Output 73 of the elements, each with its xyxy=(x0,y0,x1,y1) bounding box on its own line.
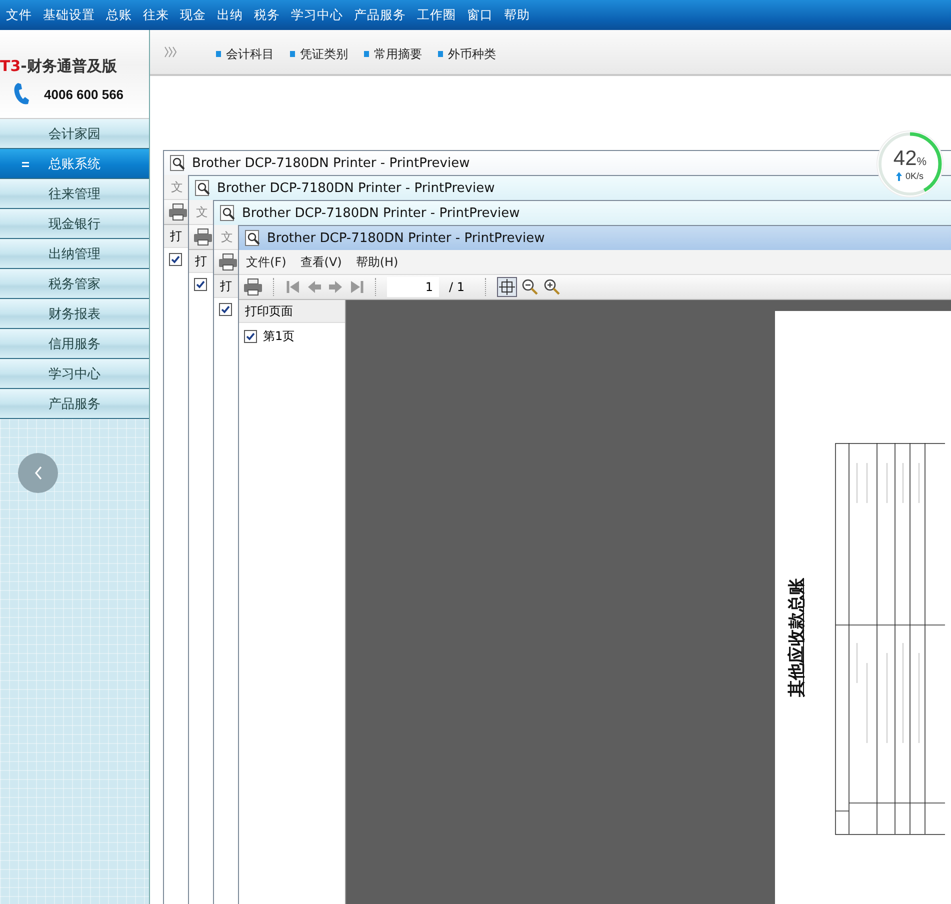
menu-item[interactable]: 工作圈 xyxy=(417,6,456,24)
bullet-icon xyxy=(290,51,295,57)
page-number-field[interactable]: 1 xyxy=(387,277,439,297)
expand-icon[interactable] xyxy=(164,46,178,58)
nav-item[interactable]: 往来管理 xyxy=(0,179,149,209)
upload-speed: 0K/s xyxy=(905,171,924,181)
menu-item[interactable]: 现金 xyxy=(180,6,206,24)
nav-item[interactable]: 出纳管理 xyxy=(0,239,149,269)
phone-icon xyxy=(12,82,32,106)
panel-header: 打印页面 xyxy=(239,300,345,323)
upload-arrow-icon xyxy=(896,172,902,180)
window-title: Brother DCP-7180DN Printer - PrintPreview xyxy=(267,230,545,246)
bullet-icon xyxy=(216,51,221,57)
next-page-icon[interactable] xyxy=(327,279,344,295)
shortcut-link[interactable]: 凭证类别 xyxy=(300,46,348,62)
zoom-out-icon[interactable] xyxy=(520,278,538,296)
checkbox[interactable] xyxy=(244,330,257,343)
printer-icon[interactable] xyxy=(243,278,263,296)
menu-item[interactable]: 帮助 xyxy=(504,6,530,24)
bullet-icon xyxy=(438,51,443,57)
fit-page-icon xyxy=(498,278,516,296)
page-total: / 1 xyxy=(449,280,464,294)
printer-icon[interactable] xyxy=(218,253,238,271)
page-item[interactable]: 第1页 xyxy=(263,328,295,345)
menu-item[interactable]: 文件 xyxy=(6,6,32,24)
window-title: Brother DCP-7180DN Printer - PrintPreview xyxy=(242,206,520,220)
menu-item[interactable]: 基础设置 xyxy=(43,6,95,24)
usage-percent: 42 xyxy=(893,147,917,171)
nav-item[interactable]: 学习中心 xyxy=(0,359,149,389)
nav-item[interactable]: 信用服务 xyxy=(0,329,149,359)
checkbox[interactable] xyxy=(194,278,207,291)
print-preview-icon xyxy=(170,155,186,171)
fit-page-button[interactable] xyxy=(496,277,516,297)
checkbox[interactable] xyxy=(219,303,232,316)
product-name: -财务通普及版 xyxy=(20,57,117,76)
menu-item[interactable]: 产品服务 xyxy=(354,6,406,24)
menu-item[interactable]: 学习中心 xyxy=(291,6,343,24)
chevron-left-icon xyxy=(33,465,43,481)
last-page-icon[interactable] xyxy=(348,279,365,295)
brand-logo: T3 xyxy=(0,57,21,76)
menu-item[interactable]: 查看(V) xyxy=(300,254,342,270)
phone-number: 4006 600 566 xyxy=(44,86,124,102)
report-title: 其他应收款总账 xyxy=(786,578,808,696)
nav-item[interactable]: 税务管家 xyxy=(0,269,149,299)
percent-unit: % xyxy=(916,156,927,168)
shortcut-link[interactable]: 会计科目 xyxy=(226,46,274,62)
menu-item[interactable]: 窗口 xyxy=(467,6,493,24)
menu-item[interactable]: 总账 xyxy=(106,6,132,24)
window-title: Brother DCP-7180DN Printer - PrintPreview xyxy=(192,156,470,170)
shortcut-link[interactable]: 外币种类 xyxy=(448,46,496,62)
menu-item[interactable]: 税务 xyxy=(254,6,280,24)
shortcut-link[interactable]: 常用摘要 xyxy=(374,46,422,62)
nav-item[interactable]: 财务报表 xyxy=(0,299,149,329)
menu-item[interactable]: 出纳 xyxy=(217,6,243,24)
menu-item[interactable]: 往来 xyxy=(143,6,169,24)
selected-marker-icon xyxy=(22,162,29,167)
print-preview-icon xyxy=(195,180,211,196)
nav-item[interactable]: 产品服务 xyxy=(0,389,149,419)
nav-item[interactable]: 会计家园 xyxy=(0,119,149,149)
window-title: Brother DCP-7180DN Printer - PrintPreview xyxy=(217,180,495,196)
menu-item[interactable]: 帮助(H) xyxy=(356,254,398,270)
previous-page-icon[interactable] xyxy=(306,279,323,295)
printer-icon[interactable] xyxy=(193,228,213,246)
print-preview-icon xyxy=(245,230,261,246)
nav-item[interactable]: 现金银行 xyxy=(0,209,149,239)
first-page-icon[interactable] xyxy=(285,279,302,295)
printer-icon[interactable] xyxy=(168,203,188,221)
checkbox[interactable] xyxy=(169,253,182,266)
nav-item[interactable]: 总账系统 xyxy=(0,149,149,179)
print-preview-icon xyxy=(220,205,236,221)
zoom-in-icon[interactable] xyxy=(542,278,560,296)
menu-item[interactable]: 文件(F) xyxy=(246,254,286,270)
bullet-icon xyxy=(364,51,369,57)
